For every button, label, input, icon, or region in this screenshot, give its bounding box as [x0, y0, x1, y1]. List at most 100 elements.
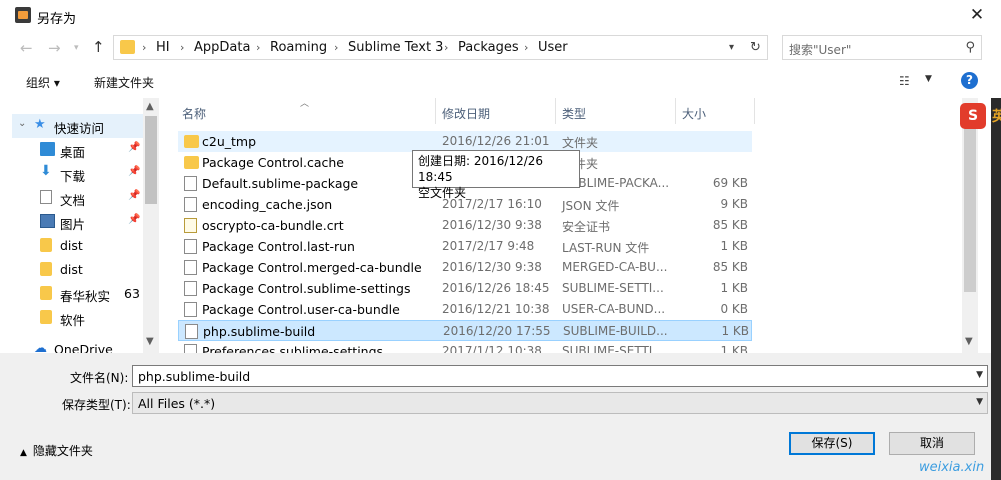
file-name: Package Control.merged-ca-bundle — [202, 260, 422, 275]
search-icon[interactable]: ⚲ — [965, 40, 975, 55]
breadcrumb-separator-icon[interactable]: › — [444, 41, 448, 54]
file-name: php.sublime-build — [203, 324, 316, 339]
breadcrumb-hi[interactable]: HI — [156, 40, 170, 55]
breadcrumb-roaming[interactable]: Roaming — [270, 40, 327, 55]
file-date: 2016/12/30 9:38 — [442, 218, 542, 232]
breadcrumb-separator-icon[interactable]: › — [256, 41, 260, 54]
table-row[interactable]: c2u_tmp 2016/12/26 21:01 文件夹 — [178, 131, 752, 152]
column-header-date[interactable]: 修改日期 — [442, 105, 490, 122]
breadcrumb-separator-icon[interactable]: › — [142, 41, 146, 54]
file-icon — [185, 324, 198, 339]
forward-arrow-icon[interactable]: → — [48, 39, 61, 57]
scroll-thumb[interactable] — [145, 116, 157, 204]
collapse-chevron-icon[interactable]: ⌄ — [18, 118, 26, 129]
sidebar-item-quick-access[interactable]: ⌄ ★ 快速访问 — [12, 114, 143, 138]
file-type: USER-CA-BUND... — [562, 302, 666, 316]
sidebar-scrollbar[interactable]: ▲ ▼ — [143, 98, 159, 353]
pin-icon[interactable]: 📌 — [128, 190, 140, 201]
save-button[interactable]: 保存(S) — [789, 432, 875, 455]
breadcrumb-user[interactable]: User — [538, 40, 568, 55]
sidebar-item-pictures[interactable]: 图片 📌 — [12, 210, 143, 234]
sidebar-item-downloads[interactable]: ⬇ 下载 📌 — [12, 162, 143, 186]
sidebar-item-dist-2[interactable]: dist — [12, 258, 143, 282]
new-folder-button[interactable]: 新建文件夹 — [94, 74, 154, 91]
breadcrumb-separator-icon[interactable]: › — [180, 41, 184, 54]
breadcrumb-separator-icon[interactable]: › — [524, 41, 528, 54]
table-row[interactable]: Preferences.sublime-settings 2017/1/12 1… — [178, 341, 752, 353]
sidebar-item-label: 软件 — [60, 313, 86, 328]
table-row-selected[interactable]: php.sublime-build 2016/12/20 17:55 SUBLI… — [178, 320, 752, 341]
recent-locations-chevron-icon[interactable]: ▾ — [74, 43, 79, 53]
breadcrumb-packages[interactable]: Packages — [458, 40, 519, 55]
file-date: 2016/12/30 9:38 — [442, 260, 542, 274]
sogou-ime-icon[interactable]: S — [960, 103, 986, 129]
filetype-select[interactable]: All Files (*.*) ▼ — [132, 392, 988, 414]
cancel-button[interactable]: 取消 — [889, 432, 975, 455]
sidebar-item-label: 图片 — [60, 217, 86, 232]
chevron-up-icon: ▲ — [20, 448, 27, 458]
file-name: Package Control.user-ca-bundle — [202, 302, 400, 317]
breadcrumb-sublime-text-3[interactable]: Sublime Text 3 — [348, 40, 443, 55]
organize-button[interactable]: 组织 ▾ — [26, 74, 60, 91]
pin-icon[interactable]: 📌 — [128, 142, 140, 153]
file-icon — [184, 197, 197, 212]
background-window-edge — [991, 98, 1001, 480]
sidebar-item-software[interactable]: 软件 — [12, 306, 143, 330]
view-options-icon[interactable]: ☷ — [899, 74, 910, 88]
folder-icon — [184, 135, 199, 148]
up-arrow-icon[interactable]: ↑ — [92, 38, 105, 56]
breadcrumb-appdata[interactable]: AppData — [194, 40, 250, 55]
table-row[interactable]: oscrypto-ca-bundle.crt 2016/12/30 9:38 安… — [178, 215, 752, 236]
table-row[interactable]: Package Control.last-run 2017/2/17 9:48 … — [178, 236, 752, 257]
filetype-value: All Files (*.*) — [138, 396, 216, 411]
address-dropdown-icon[interactable]: ▾ — [729, 42, 734, 53]
sidebar-item-dist-1[interactable]: dist — [12, 234, 143, 258]
pin-icon[interactable]: 📌 — [128, 214, 140, 225]
filename-label: 文件名(N): — [70, 371, 129, 385]
view-dropdown-icon[interactable]: ▼ — [925, 74, 932, 84]
column-divider[interactable] — [555, 98, 556, 124]
hide-folders-toggle[interactable]: ▲ 隐藏文件夹 — [20, 442, 93, 459]
file-icon — [184, 239, 197, 254]
file-name: c2u_tmp — [202, 134, 257, 149]
column-header-type[interactable]: 类型 — [562, 105, 586, 122]
filename-field[interactable]: php.sublime-build ▼ — [132, 365, 988, 387]
sidebar-item-chunhua-qiushi[interactable]: 春华秋实 63 — [12, 282, 143, 306]
scroll-down-icon[interactable]: ▼ — [965, 336, 973, 347]
help-icon[interactable]: ? — [961, 72, 978, 89]
back-arrow-icon[interactable]: ← — [20, 39, 33, 57]
column-divider[interactable] — [754, 98, 755, 124]
ime-mode-label: 英 — [992, 109, 1001, 125]
sidebar-item-desktop[interactable]: 桌面 📌 — [12, 138, 143, 162]
breadcrumb-separator-icon[interactable]: › — [334, 41, 338, 54]
command-bar: 组织 ▾ 新建文件夹 ☷ ▼ ? — [0, 65, 1001, 98]
sidebar-item-documents[interactable]: 文档 📌 — [12, 186, 143, 210]
table-row[interactable]: Package Control.merged-ca-bundle 2016/12… — [178, 257, 752, 278]
address-bar[interactable]: › HI › AppData › Roaming › Sublime Text … — [113, 35, 768, 60]
search-input[interactable]: 搜索"User" ⚲ — [782, 35, 982, 60]
pin-icon[interactable]: 📌 — [128, 166, 140, 177]
file-date: 2016/12/20 17:55 — [443, 324, 551, 338]
refresh-icon[interactable]: ↻ — [750, 40, 761, 55]
column-divider[interactable] — [435, 98, 436, 124]
desktop-icon — [40, 142, 55, 156]
file-name: Package Control.sublime-settings — [202, 281, 411, 296]
sidebar-item-label: dist — [60, 262, 83, 277]
column-divider[interactable] — [675, 98, 676, 124]
chevron-down-icon[interactable]: ▼ — [976, 397, 983, 407]
column-header-size[interactable]: 大小 — [682, 105, 706, 122]
sidebar-item-onedrive[interactable]: ☁ OneDrive — [12, 338, 143, 353]
scroll-down-icon[interactable]: ▼ — [146, 336, 154, 347]
sidebar-item-label: 桌面 — [60, 145, 86, 160]
scroll-up-icon[interactable]: ▲ — [146, 101, 154, 112]
chevron-down-icon[interactable]: ▼ — [976, 370, 983, 380]
folder-icon — [40, 286, 52, 300]
file-size: 69 KB — [712, 176, 748, 190]
scroll-thumb[interactable] — [964, 116, 976, 292]
close-button[interactable]: ✕ — [962, 3, 992, 27]
table-row[interactable]: Package Control.user-ca-bundle 2016/12/2… — [178, 299, 752, 320]
filename-value: php.sublime-build — [138, 369, 251, 384]
file-list-scrollbar[interactable]: ▼ — [962, 98, 978, 353]
table-row[interactable]: Package Control.sublime-settings 2016/12… — [178, 278, 752, 299]
column-header-name[interactable]: 名称 — [182, 105, 206, 122]
